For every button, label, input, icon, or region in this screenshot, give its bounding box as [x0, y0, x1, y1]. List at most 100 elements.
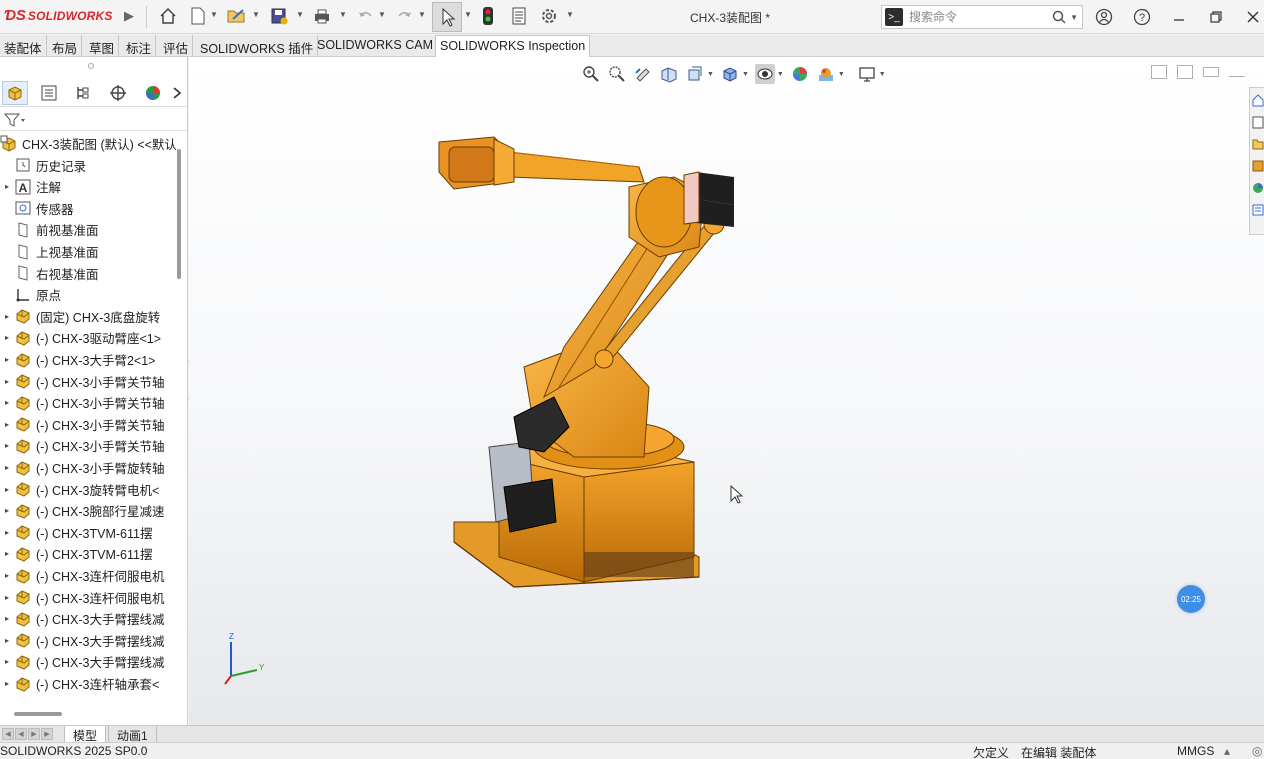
filter-icon[interactable]: [4, 112, 26, 128]
menu-expand-icon[interactable]: ▶: [124, 8, 134, 24]
display-manager-tab[interactable]: [140, 81, 166, 105]
tab-markup[interactable]: 标注: [122, 35, 157, 57]
custom-properties-icon[interactable]: [1251, 200, 1264, 220]
tree-root[interactable]: CHX-3装配图 (默认) <<默认: [0, 133, 180, 154]
viewport-minimize-icon[interactable]: [1229, 67, 1245, 77]
zoom-to-area-icon[interactable]: [607, 64, 627, 84]
tree-item[interactable]: ▸ (-) CHX-3大手臂摆线减: [0, 630, 180, 651]
gear-icon[interactable]: [538, 5, 560, 27]
new-document-icon[interactable]: [187, 5, 209, 27]
expand-caret-icon[interactable]: ▸: [0, 679, 14, 688]
undo-icon[interactable]: [354, 5, 376, 27]
tab-assembly[interactable]: 装配体: [0, 35, 47, 57]
chevron-down-icon[interactable]: ▼: [707, 71, 714, 78]
tree-item[interactable]: ▸ (-) CHX-3TVM-611摆: [0, 543, 180, 564]
expand-caret-icon[interactable]: ▸: [0, 333, 14, 342]
rebuild-icon[interactable]: [477, 5, 499, 27]
vertical-scrollbar[interactable]: [177, 149, 181, 279]
search-icon[interactable]: [1052, 10, 1066, 24]
chevron-down-icon[interactable]: ▼: [210, 10, 218, 19]
zoom-to-fit-icon[interactable]: [581, 64, 601, 84]
tree-item[interactable]: ▸ (-) CHX-3小手臂旋转轴: [0, 457, 180, 478]
robot-arm-model[interactable]: [434, 127, 804, 607]
restore-icon[interactable]: [1205, 6, 1227, 28]
chevron-down-icon[interactable]: ▼: [879, 71, 886, 78]
chevron-down-icon[interactable]: ▼: [566, 10, 574, 19]
chevron-down-icon[interactable]: ▼: [296, 10, 304, 19]
chevron-down-icon[interactable]: ▼: [838, 71, 845, 78]
tree-item[interactable]: ▸ (-) CHX-3TVM-611摆: [0, 522, 180, 543]
apply-scene-icon[interactable]: [816, 64, 836, 84]
help-icon[interactable]: ?: [1131, 6, 1153, 28]
expand-caret-icon[interactable]: ▸: [0, 528, 14, 537]
tree-item[interactable]: ▸ (-) CHX-3连杆伺服电机: [0, 565, 180, 586]
tree-item[interactable]: ▸ (-) CHX-3腕部行星减速: [0, 500, 180, 521]
tree-item[interactable]: ▸ (-) CHX-3驱动臂座<1>: [0, 327, 180, 348]
chevron-down-icon[interactable]: ▼: [339, 10, 347, 19]
recording-timer[interactable]: 02:25: [1177, 585, 1205, 613]
property-manager-tab[interactable]: [36, 81, 62, 105]
tree-item[interactable]: ▸ (-) CHX-3小手臂关节轴: [0, 371, 180, 392]
expand-caret-icon[interactable]: ▸: [0, 657, 14, 666]
tree-item[interactable]: ▸ (-) CHX-3小手臂关节轴: [0, 435, 180, 456]
chevron-down-icon[interactable]: ▼: [418, 10, 426, 19]
expand-caret-icon[interactable]: ▸: [0, 636, 14, 645]
panel-tabs-next-icon[interactable]: [168, 81, 186, 105]
open-folder-icon[interactable]: [226, 5, 248, 27]
appearances-icon[interactable]: [1251, 178, 1264, 198]
first-tab-icon[interactable]: ◀: [2, 728, 14, 740]
chevron-down-icon[interactable]: ▼: [464, 10, 472, 19]
view-settings-icon[interactable]: [857, 64, 877, 84]
viewport-split-icon[interactable]: [1151, 65, 1167, 79]
tree-item[interactable]: ▸ (-) CHX-3大手臂摆线减: [0, 608, 180, 629]
tab-layout[interactable]: 布局: [48, 35, 83, 57]
display-style-icon[interactable]: [754, 64, 775, 84]
tree-item[interactable]: 传感器: [0, 198, 180, 219]
expand-caret-icon[interactable]: ▸: [0, 614, 14, 623]
expand-caret-icon[interactable]: ▸: [0, 571, 14, 580]
chevron-down-icon[interactable]: ▼: [777, 71, 784, 78]
search-box[interactable]: >_ ▼: [881, 5, 1083, 29]
tab-evaluate[interactable]: 评估: [159, 35, 194, 57]
expand-caret-icon[interactable]: ▸: [0, 420, 14, 429]
view-palette-icon[interactable]: [1251, 156, 1264, 176]
graphics-area[interactable]: ▼ ▼ ▼ ▼ ▼ Z Y 02:25: [189, 57, 1264, 725]
tree-item[interactable]: 原点: [0, 284, 180, 305]
account-icon[interactable]: [1093, 6, 1115, 28]
expand-caret-icon[interactable]: ▸: [0, 593, 14, 602]
expand-caret-icon[interactable]: ▸: [0, 506, 14, 515]
last-tab-icon[interactable]: ▶: [41, 728, 53, 740]
panel-grip[interactable]: [88, 63, 94, 69]
close-icon[interactable]: [1242, 6, 1264, 28]
tab-addins[interactable]: SOLIDWORKS 插件: [196, 35, 319, 57]
expand-caret-icon[interactable]: ▸: [0, 182, 14, 191]
tree-item[interactable]: 上视基准面: [0, 241, 180, 262]
file-properties-icon[interactable]: [508, 5, 530, 27]
previous-view-icon[interactable]: [633, 64, 653, 84]
minimize-icon[interactable]: [1168, 6, 1190, 28]
redo-icon[interactable]: [394, 5, 416, 27]
unit-system[interactable]: MMGS: [1177, 744, 1214, 758]
tree-item[interactable]: ▸ (-) CHX-3大手臂2<1>: [0, 349, 180, 370]
tree-item[interactable]: ▸ (-) CHX-3大手臂摆线减: [0, 651, 180, 672]
tree-item[interactable]: ▸ (-) CHX-3旋转臂电机<: [0, 479, 180, 500]
tree-item[interactable]: 右视基准面: [0, 263, 180, 284]
prev-tab-icon[interactable]: ◀: [15, 728, 27, 740]
expand-caret-icon[interactable]: ▸: [0, 549, 14, 558]
home-icon[interactable]: [157, 5, 179, 27]
expand-caret-icon[interactable]: ▸: [0, 485, 14, 494]
tab-cam[interactable]: SOLIDWORKS CAM: [313, 35, 438, 57]
tree-item[interactable]: ▸ (固定) CHX-3底盘旋转: [0, 306, 180, 327]
tab-model[interactable]: 模型: [64, 726, 107, 743]
dynamic-annotation-view-icon[interactable]: [685, 64, 705, 84]
status-options-icon[interactable]: ◎: [1252, 744, 1262, 758]
file-explorer-icon[interactable]: [1251, 134, 1264, 154]
chevron-down-icon[interactable]: ▼: [1070, 13, 1078, 22]
expand-caret-icon[interactable]: ▸: [0, 312, 14, 321]
search-input[interactable]: [909, 10, 1049, 24]
save-icon[interactable]: [268, 5, 290, 27]
design-library-icon[interactable]: [1251, 112, 1264, 132]
print-icon[interactable]: [311, 5, 333, 27]
tree-item[interactable]: 前视基准面: [0, 219, 180, 240]
tree-item[interactable]: ▸ (-) CHX-3小手臂关节轴: [0, 392, 180, 413]
